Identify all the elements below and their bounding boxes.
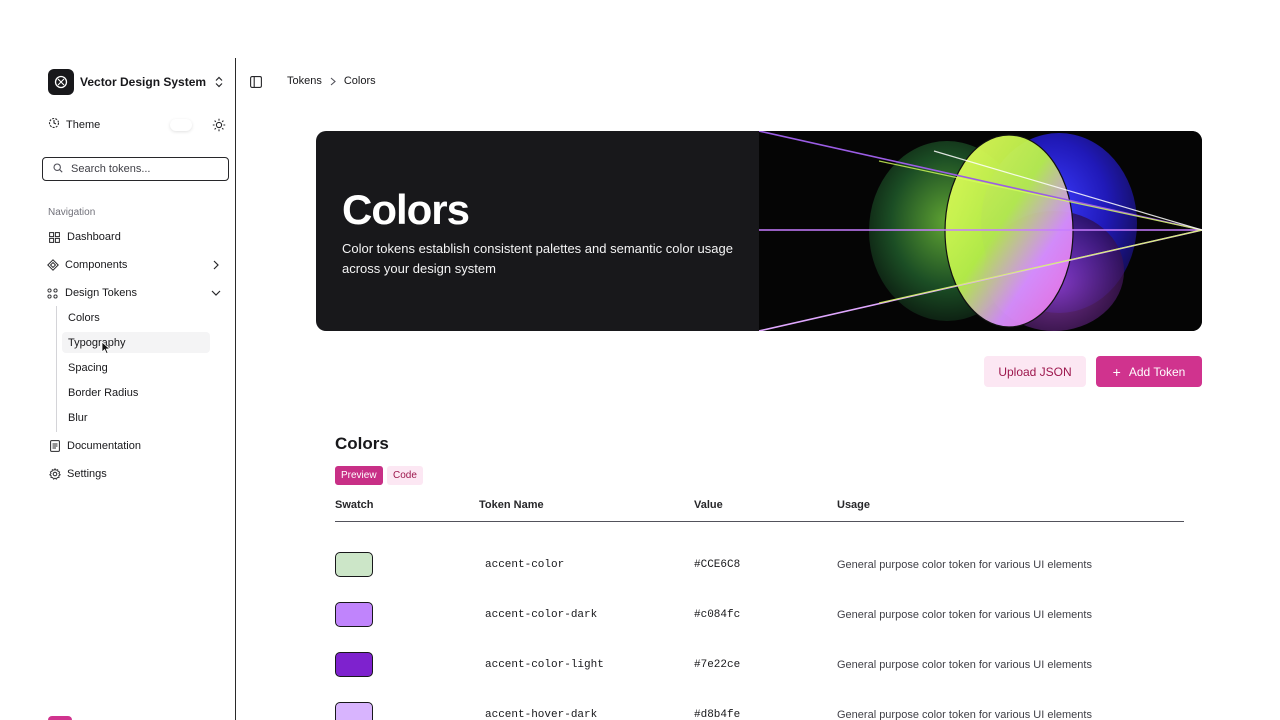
table-row[interactable]: accent-color #CCE6C8 General purpose col…	[335, 549, 1184, 585]
add-token-button[interactable]: + Add Token	[1096, 356, 1202, 387]
plus-icon: +	[1112, 363, 1121, 380]
sidebar: Vector Design System Theme Navigation Da…	[36, 58, 236, 720]
sidebar-item-label: Design Tokens	[65, 287, 137, 299]
sidebar-item-label: Settings	[67, 468, 107, 480]
sidebar-subitem-colors[interactable]: Colors	[62, 307, 210, 328]
aperture-icon	[54, 75, 68, 88]
sidebar-item-label: Dashboard	[67, 231, 121, 243]
tokens-table: Swatch Token Name Value Usage accent-col…	[335, 496, 1184, 720]
chevron-up-down-icon	[212, 75, 226, 89]
nav-heading: Navigation	[48, 207, 96, 218]
token-name: accent-hover-dark	[485, 709, 598, 720]
diamond-icon	[46, 259, 59, 272]
color-swatch	[335, 602, 373, 627]
sidebar-item-dashboard[interactable]: Dashboard	[48, 228, 222, 246]
theme-icon	[48, 116, 60, 134]
token-value: #c084fc	[694, 609, 741, 621]
column-header-usage: Usage	[837, 499, 871, 511]
column-header-value: Value	[694, 499, 723, 511]
breadcrumb: Tokens Colors	[287, 74, 376, 88]
token-value: #CCE6C8	[694, 559, 741, 571]
breadcrumb-current: Colors	[343, 75, 376, 87]
token-usage: General purpose color token for various …	[837, 559, 1092, 571]
column-header-token-name: Token Name	[479, 499, 544, 511]
sidebar-item-design-tokens[interactable]: Design Tokens	[46, 284, 222, 302]
user-avatar-edge[interactable]	[48, 716, 72, 720]
page-description: Color tokens establish consistent palett…	[342, 241, 733, 276]
workspace-name: Vector Design System	[80, 74, 207, 89]
sun-icon[interactable]	[212, 118, 226, 132]
document-icon	[48, 440, 61, 453]
sidebar-item-label: Documentation	[67, 440, 141, 452]
column-header-swatch: Swatch	[335, 499, 374, 511]
chevron-down-icon	[210, 287, 222, 299]
dots-grid-icon	[46, 287, 59, 300]
grid-icon	[48, 231, 61, 244]
sidebar-subitem-label: Spacing	[68, 361, 108, 374]
theme-label: Theme	[66, 119, 101, 131]
sidebar-subitem-label: Colors	[68, 311, 100, 324]
hero-artwork	[759, 131, 1202, 331]
sidebar-toggle-icon[interactable]	[250, 75, 262, 88]
sidebar-subitem-border-radius[interactable]: Border Radius	[62, 382, 210, 403]
hero-banner: Colors Color tokens establish consistent…	[316, 131, 1202, 331]
token-usage: General purpose color token for various …	[837, 709, 1092, 720]
token-name: accent-color	[485, 559, 565, 571]
token-name: accent-color-light	[485, 659, 604, 671]
color-swatch	[335, 652, 373, 677]
tab-code[interactable]: Code	[387, 466, 423, 485]
table-row[interactable]: accent-color-light #7e22ce General purpo…	[335, 649, 1184, 685]
sidebar-subitem-spacing[interactable]: Spacing	[62, 357, 210, 378]
table-row[interactable]: accent-hover-dark #d8b4fe General purpos…	[335, 699, 1184, 720]
sidebar-subitem-label: Border Radius	[68, 386, 139, 399]
token-usage: General purpose color token for various …	[837, 609, 1092, 621]
table-header: Swatch Token Name Value Usage	[335, 496, 1184, 522]
mouse-cursor-icon	[101, 341, 111, 355]
breadcrumb-link-tokens[interactable]: Tokens	[287, 75, 322, 87]
gear-icon	[48, 468, 61, 481]
sidebar-item-settings[interactable]: Settings	[48, 465, 222, 483]
brand-logo	[48, 68, 74, 95]
chevron-right-icon	[330, 77, 336, 86]
subnav-guide-line	[56, 306, 57, 432]
sidebar-item-label: Components	[65, 259, 128, 271]
workspace-switcher[interactable]: Vector Design System	[48, 68, 226, 95]
token-name: accent-color-dark	[485, 609, 598, 621]
token-usage: General purpose color token for various …	[837, 659, 1092, 671]
theme-toggle[interactable]	[170, 119, 192, 131]
sidebar-item-components[interactable]: Components	[46, 256, 222, 274]
theme-row: Theme	[48, 116, 226, 134]
tab-preview[interactable]: Preview	[335, 466, 383, 485]
token-value: #7e22ce	[694, 659, 741, 671]
search-input[interactable]	[71, 163, 211, 175]
sidebar-subitem-blur[interactable]: Blur	[62, 407, 210, 428]
sidebar-subitem-label: Typography	[68, 336, 126, 349]
page-title: Colors	[342, 186, 470, 233]
sidebar-subitem-typography[interactable]: Typography	[62, 332, 210, 353]
search-icon	[53, 160, 63, 178]
token-value: #d8b4fe	[694, 709, 741, 720]
upload-json-button[interactable]: Upload JSON	[984, 356, 1086, 387]
search-field[interactable]	[42, 157, 229, 181]
add-token-label: Add Token	[1128, 364, 1186, 379]
sidebar-item-documentation[interactable]: Documentation	[48, 437, 222, 455]
chevron-right-icon	[210, 259, 222, 271]
table-row[interactable]: accent-color-dark #c084fc General purpos…	[335, 599, 1184, 635]
section-title: Colors	[335, 434, 389, 453]
color-swatch	[335, 702, 373, 720]
color-swatch	[335, 552, 373, 577]
sidebar-subitem-label: Blur	[68, 411, 88, 424]
